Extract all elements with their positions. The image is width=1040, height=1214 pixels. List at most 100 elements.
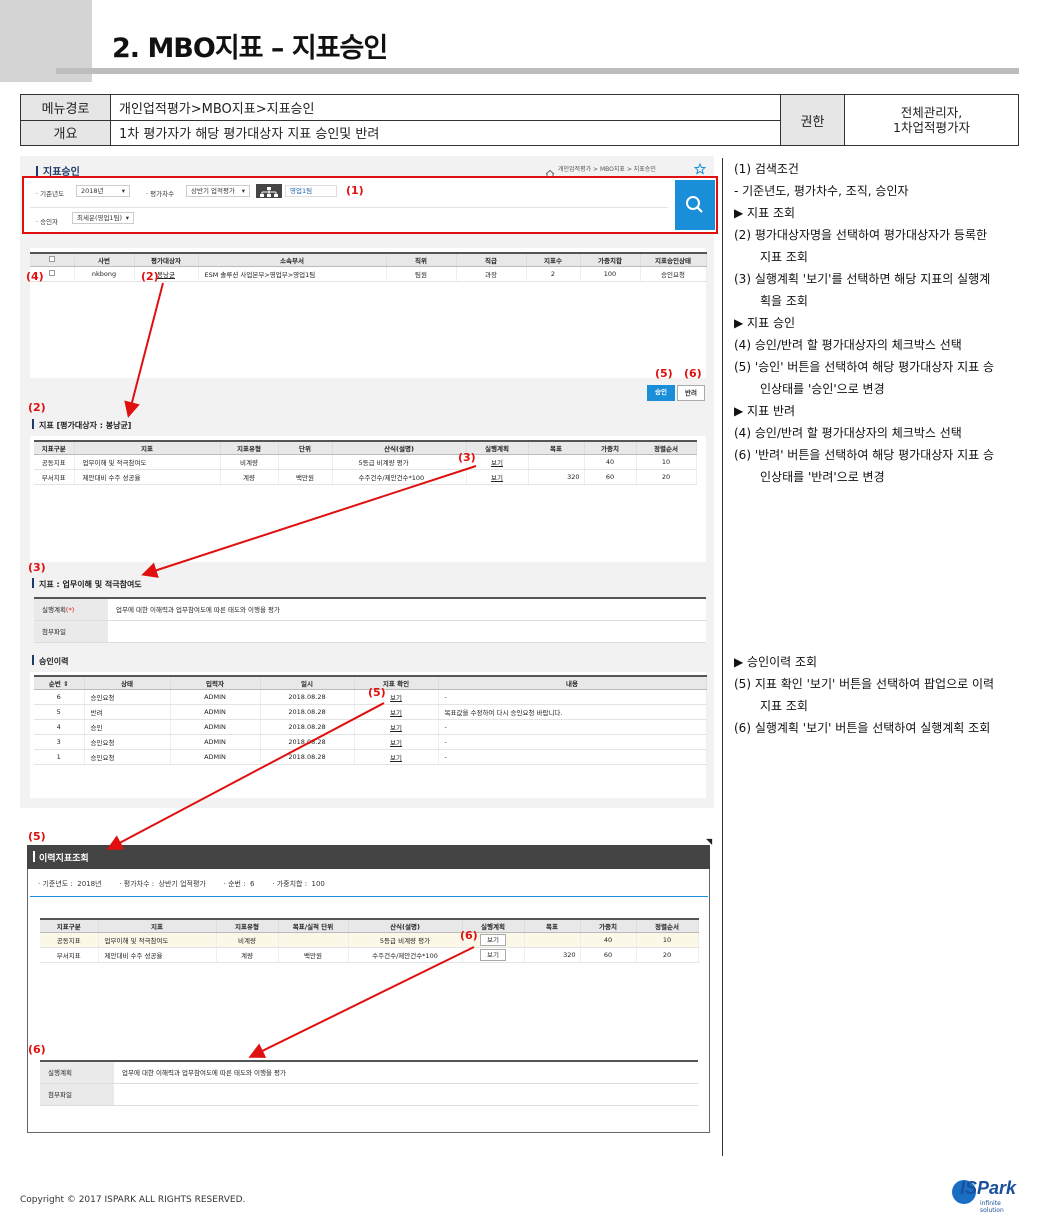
col-header: 지표구분 xyxy=(40,918,99,933)
col-header: 입력자 xyxy=(170,675,261,690)
cell-position: 팀원 xyxy=(386,266,457,282)
indicator-view-link[interactable]: 보기 xyxy=(354,749,439,765)
col-header: 목표/실적 단위 xyxy=(278,918,349,933)
approver-select[interactable]: 최세운(영업1팀) ▾ xyxy=(72,212,134,224)
history-title: 승인이력 xyxy=(32,655,68,667)
popup-file-value xyxy=(114,1083,698,1106)
col-header: 지표유형 xyxy=(216,918,279,933)
cell: 반려 xyxy=(84,704,171,720)
auth-value: 전체관리자, 1차업적평가자 xyxy=(844,94,1019,146)
note-line: ▶ 승인이력 조회 xyxy=(734,655,818,669)
notes-bottom: ▶ 승인이력 조회 (5) 지표 확인 '보기' 버튼을 선택하여 팝업으로 이… xyxy=(734,651,1030,739)
cell: 40 xyxy=(580,932,637,948)
cell: 공동지표 xyxy=(34,454,75,470)
col-header: 가중치합 xyxy=(580,252,641,267)
cell: - xyxy=(438,719,707,735)
table-row: 3 승인요청 ADMIN 2018.08.28 보기 - xyxy=(34,734,707,750)
cell: 계량 xyxy=(216,947,279,963)
breadcrumb: 개인업적평가 > MBO지표 > 지표승인 xyxy=(558,166,656,173)
home-icon[interactable] xyxy=(545,163,555,178)
col-header: 지표승인상태 xyxy=(640,252,707,267)
plan-view-button[interactable]: 보기 xyxy=(480,933,506,946)
cell: 수주건수/제안건수*100 xyxy=(348,947,463,963)
round-select[interactable]: 상반기 업적평가 ▾ xyxy=(186,185,250,197)
col-header: 지표 확인 xyxy=(354,675,439,690)
cell: 목표값을 수정하여 다시 승인요청 바랍니다. xyxy=(438,704,707,720)
cell: 부서지표 xyxy=(34,469,75,485)
indicator-view-link[interactable]: 보기 xyxy=(354,704,439,720)
star-icon[interactable] xyxy=(693,160,707,175)
plan-view-link[interactable]: 보기 xyxy=(466,469,529,485)
col-header: 가중치 xyxy=(584,440,637,455)
summary-value: 1차 평가자가 해당 평가대상자 지표 승인및 반려 xyxy=(110,119,781,146)
cell: 320 xyxy=(528,469,585,485)
indicator-view-link[interactable]: 보기 xyxy=(354,689,439,705)
popup-plan-label: 실행계획 xyxy=(40,1061,114,1084)
approve-button[interactable]: 승인 xyxy=(647,385,675,401)
cell: 부서지표 xyxy=(40,947,99,963)
plan-view-button[interactable]: 보기 xyxy=(480,948,506,961)
table-row[interactable]: nkbong 봉낭균 ESM 솔루션 사업본부>영업부>영업1팀 팀원 과장 2… xyxy=(30,266,707,282)
plan-view-cell: 보기 xyxy=(462,947,525,963)
cell: 320 xyxy=(524,947,581,963)
notes-top: (1) 검색조건 - 기준년도, 평가차수, 조직, 승인자 ▶ 지표 조회 (… xyxy=(734,158,1030,488)
marker-2b: (2) xyxy=(28,401,46,414)
indicator-view-link[interactable]: 보기 xyxy=(354,719,439,735)
note-line: (4) 승인/반려 할 평가대상자의 체크박스 선택 xyxy=(734,426,962,440)
indicator-title: 지표 [평가대상자 : 봉낭균] xyxy=(32,419,131,431)
plan-label: 실행계획(*) xyxy=(34,598,108,621)
col-header: 평가대상자 xyxy=(134,252,199,267)
col-header: 상태 xyxy=(84,675,171,690)
cell: - xyxy=(438,749,707,765)
cell: 공동지표 xyxy=(40,932,99,948)
popup-header xyxy=(27,845,710,869)
cell: 3 xyxy=(34,734,85,750)
round-label: · 평가차수 xyxy=(146,190,175,198)
cell xyxy=(528,454,585,470)
org-tree-icon[interactable] xyxy=(256,184,282,198)
popup-info: · 기준년도 : 2018년 · 평가차수 : 상반기 업적평가 · 순번 : … xyxy=(38,880,325,888)
cell: 2018.08.28 xyxy=(260,734,355,750)
indicator-table-header: 지표구분 지표 지표유형 단위 산식(설명) 실행계획 목표 가중치 정렬순서 xyxy=(34,440,697,455)
search-divider xyxy=(30,207,668,208)
table-row: 부서지표 제안대비 수주 성공율 계량 백만원 수주건수/제안건수*100 보기 320 60… xyxy=(34,469,697,485)
cell: 승인요청 xyxy=(84,689,171,705)
search-button[interactable] xyxy=(675,180,715,230)
marker-3b: (3) xyxy=(28,561,46,574)
cell-weight: 100 xyxy=(580,266,641,282)
col-header[interactable]: 순번 ⇕ xyxy=(34,675,85,690)
reject-button[interactable]: 반려 xyxy=(677,385,705,401)
cell: 2018.08.28 xyxy=(260,689,355,705)
detail-form: 실행계획(*) 업무에 대한 이해력과 업무참여도에 따른 태도와 이행을 평가 … xyxy=(34,597,706,643)
year-select[interactable]: 2018년 ▾ xyxy=(76,185,130,197)
indicator-view-link[interactable]: 보기 xyxy=(354,734,439,750)
popup-table-header: 지표구분 지표 지표유형 목표/실적 단위 산식(설명) 실행계획 목표 가중치 정렬순서 xyxy=(40,918,699,933)
cell-count: 2 xyxy=(526,266,581,282)
cell: 4 xyxy=(34,719,85,735)
summary-label: 개요 xyxy=(20,119,111,146)
indicator-table: 지표구분 지표 지표유형 단위 산식(설명) 실행계획 목표 가중치 정렬순서 공동지표 업무이해… xyxy=(34,440,697,485)
popup-info-divider xyxy=(30,896,708,897)
cell xyxy=(524,932,581,948)
column-divider xyxy=(722,158,723,1156)
col-header: 사번 xyxy=(74,252,135,267)
copyright: Copyright © 2017 ISPARK ALL RIGHTS RESER… xyxy=(20,1195,246,1205)
cell: ADMIN xyxy=(170,689,261,705)
select-all-checkbox[interactable] xyxy=(30,252,75,267)
cell: 비계량 xyxy=(220,454,279,470)
meta-table: 메뉴경로 개인업적평가>MBO지표>지표승인 권한 전체관리자, 1차업적평가자 … xyxy=(20,94,1019,146)
cell: 제안대비 수주 성공율 xyxy=(98,947,217,963)
resize-icon[interactable]: ◥ xyxy=(706,837,712,846)
col-header: 가중치 xyxy=(580,918,637,933)
cell-status: 승인요청 xyxy=(640,266,707,282)
cell: 60 xyxy=(584,469,637,485)
col-header: 직위 xyxy=(386,252,457,267)
org-input[interactable]: 영업1팀 xyxy=(285,185,337,197)
cell: 1 xyxy=(34,749,85,765)
col-header: 목표 xyxy=(528,440,585,455)
cell: 제안대비 수주 성공율 xyxy=(74,469,221,485)
file-value xyxy=(108,620,706,643)
col-header: 직급 xyxy=(456,252,527,267)
col-header: 목표 xyxy=(524,918,581,933)
cell: 5등급 비계량 평가 xyxy=(348,932,463,948)
